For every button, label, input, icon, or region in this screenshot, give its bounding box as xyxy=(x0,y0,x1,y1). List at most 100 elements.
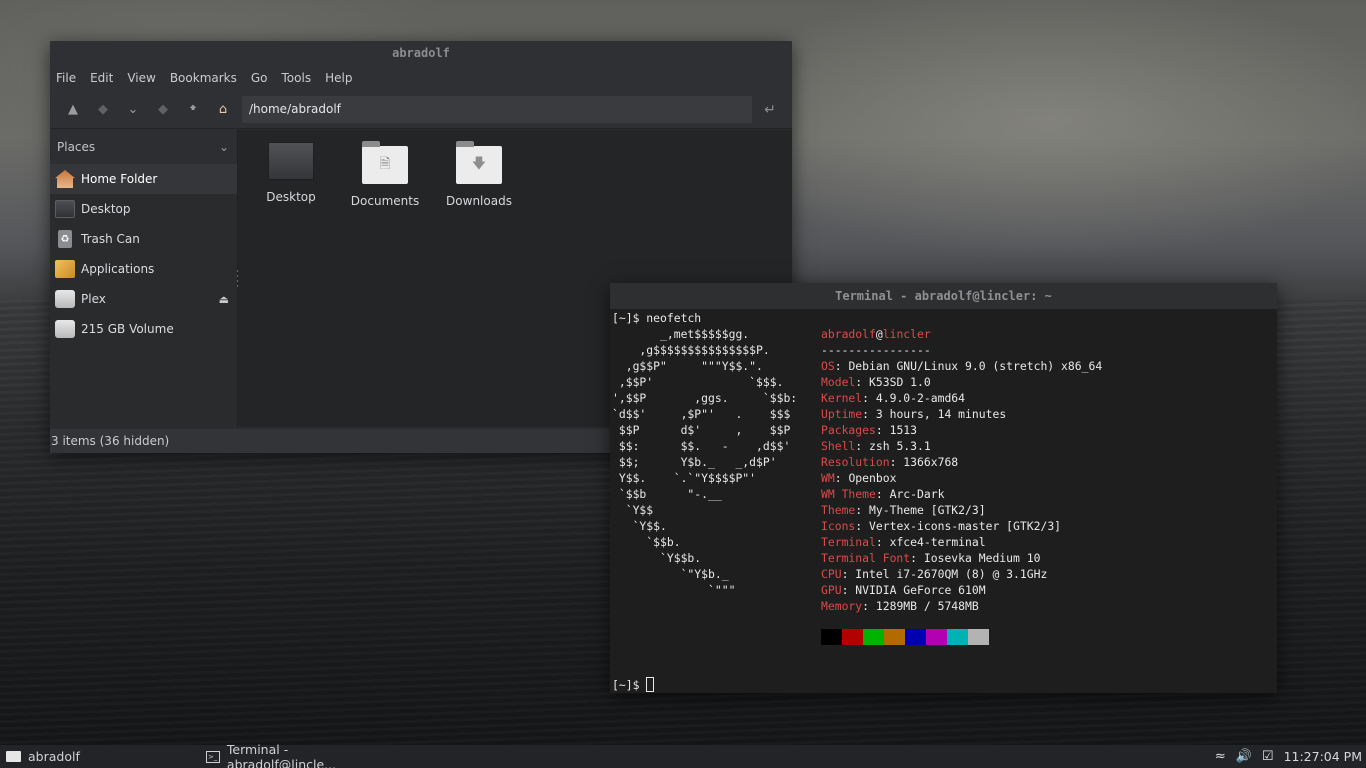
prompt-line[interactable]: [~]$ xyxy=(612,677,655,693)
color-swatch xyxy=(884,629,905,645)
command-line: [~]$ neofetch xyxy=(612,310,1275,326)
info-line: Shell: zsh 5.3.1 xyxy=(821,438,1102,454)
menu-edit[interactable]: Edit xyxy=(90,71,113,85)
color-swatch xyxy=(863,629,884,645)
item-count: 3 items (36 hidden) xyxy=(51,434,170,448)
ascii-line: Y$$. `.`"Y$$$$P"' xyxy=(612,471,757,485)
menu-bar: File Edit View Bookmarks Go Tools Help xyxy=(50,65,792,91)
ascii-line: _,met$$$$$gg. xyxy=(612,327,750,341)
info-value: Debian GNU/Linux 9.0 (stretch) x86_64 xyxy=(848,359,1103,373)
user: abradolf xyxy=(821,327,876,341)
info-line: OS: Debian GNU/Linux 9.0 (stretch) x86_6… xyxy=(821,358,1102,374)
chevron-down-icon[interactable]: ⌄ xyxy=(219,140,229,154)
info-colon: : xyxy=(834,359,849,373)
ascii-line: `""" xyxy=(612,583,736,597)
volume-icon[interactable]: 🔊 xyxy=(1236,749,1252,764)
info-line: WM Theme: Arc-Dark xyxy=(821,486,1102,502)
info-value: Openbox xyxy=(848,471,897,485)
places-sidebar: Places ⌄ Home Folder Desktop ♻ Trash Can… xyxy=(50,130,241,427)
sidebar-item-home-folder[interactable]: Home Folder xyxy=(50,164,237,194)
file-name: Desktop xyxy=(266,190,316,204)
ascii-line: `Y$$b. xyxy=(612,551,702,565)
info-value: K53SD 1.0 xyxy=(869,375,931,389)
eject-icon[interactable]: ⏏ xyxy=(219,293,229,306)
ascii-line: ,g$$$$$$$$$$$$$$$P. xyxy=(612,343,770,357)
host: lincler xyxy=(882,327,931,341)
location-bar[interactable]: /home/abradolf xyxy=(242,96,752,123)
drive-icon xyxy=(55,290,75,308)
info-value: Arc-Dark xyxy=(889,487,945,501)
info-colon: : xyxy=(855,503,870,517)
info-line: Uptime: 3 hours, 14 minutes xyxy=(821,406,1102,422)
info-line: Kernel: 4.9.0-2-amd64 xyxy=(821,390,1102,406)
ascii-line: `$$b. xyxy=(612,535,681,549)
forward-icon[interactable]: ◆ xyxy=(148,97,178,123)
places-header[interactable]: Places ⌄ xyxy=(50,130,237,164)
home-icon[interactable]: ⌂ xyxy=(208,97,238,123)
menu-help[interactable]: Help xyxy=(325,71,352,85)
command: neofetch xyxy=(646,311,702,325)
info-line: Terminal Font: Iosevka Medium 10 xyxy=(821,550,1102,566)
sidebar-item-trash-can[interactable]: ♻ Trash Can xyxy=(50,224,237,254)
info-value: NVIDIA GeForce 610M xyxy=(855,583,986,597)
sidebar-item-label: Plex xyxy=(81,292,106,306)
info-line: Resolution: 1366x768 xyxy=(821,454,1102,470)
info-value: 1513 xyxy=(889,423,918,437)
info-key: Resolution xyxy=(821,455,890,469)
sidebar-item-desktop[interactable]: Desktop xyxy=(50,194,237,224)
terminal-window[interactable]: Terminal - abradolf@lincler: ~ [~]$ neof… xyxy=(610,283,1277,693)
info-value: 3 hours, 14 minutes xyxy=(875,407,1007,421)
new-window-icon[interactable]: ▲ xyxy=(58,97,88,123)
sidebar-item-label: Home Folder xyxy=(81,172,158,186)
file-name: Downloads xyxy=(446,194,512,208)
jump-to-path-icon[interactable]: ↵ xyxy=(758,97,782,123)
history-dropdown-icon[interactable]: ⌄ xyxy=(118,97,148,123)
menu-bookmarks[interactable]: Bookmarks xyxy=(170,71,237,85)
info-key: WM xyxy=(821,471,835,485)
info-key: Icons xyxy=(821,519,856,533)
menu-tools[interactable]: Tools xyxy=(282,71,312,85)
wifi-icon[interactable]: ≈ xyxy=(1215,749,1226,764)
file-item-desktop[interactable]: Desktop xyxy=(248,142,334,204)
menu-view[interactable]: View xyxy=(127,71,155,85)
info-colon: : xyxy=(841,583,856,597)
info-line: Theme: My-Theme [GTK2/3] xyxy=(821,502,1102,518)
file-item-documents[interactable]: 🗎 Documents xyxy=(342,141,428,208)
info-line: GPU: NVIDIA GeForce 610M xyxy=(821,582,1102,598)
task-file-manager[interactable]: abradolf xyxy=(0,745,200,768)
ascii-line: ',$$P ,ggs. `$$b: xyxy=(612,391,798,405)
terminal-output[interactable]: [~]$ neofetch _,met$$$$$gg. ,g$$$$$$$$$$… xyxy=(610,309,1277,693)
sidebar-item-plex[interactable]: Plex ⏏ xyxy=(50,284,237,314)
up-icon[interactable]: 🠹 xyxy=(178,97,208,123)
info-value: 1366x768 xyxy=(903,455,959,469)
folder-icon xyxy=(6,751,21,762)
color-swatch xyxy=(926,629,947,645)
applications-icon xyxy=(55,260,75,278)
menu-go[interactable]: Go xyxy=(251,71,268,85)
menu-file[interactable]: File xyxy=(56,71,76,85)
info-colon: : xyxy=(855,375,870,389)
info-colon: : xyxy=(889,455,904,469)
file-item-downloads[interactable]: 🡇 Downloads xyxy=(436,141,522,208)
info-line: Icons: Vertex-icons-master [GTK2/3] xyxy=(821,518,1102,534)
color-palette xyxy=(821,629,989,645)
info-line: WM: Openbox xyxy=(821,470,1102,486)
info-colon: : xyxy=(862,407,876,421)
prompt: [~]$ xyxy=(612,678,640,692)
color-swatch xyxy=(821,629,842,645)
info-colon: : xyxy=(855,439,870,453)
info-value: Iosevka Medium 10 xyxy=(923,551,1041,565)
back-icon[interactable]: ◆ xyxy=(88,97,118,123)
info-key: OS xyxy=(821,359,835,373)
system-info: abradolf@lincler ---------------- OS: De… xyxy=(821,326,1102,614)
task-label: abradolf xyxy=(28,749,80,764)
sidebar-item-applications[interactable]: Applications xyxy=(50,254,237,284)
info-colon: : xyxy=(875,535,890,549)
info-key: Terminal Font xyxy=(821,551,911,565)
sidebar-item-215-gb-volume[interactable]: 215 GB Volume xyxy=(50,314,237,344)
clock[interactable]: 11:27:04 PM xyxy=(1284,749,1362,764)
task-terminal[interactable]: >_ Terminal - abradolf@lincle... xyxy=(200,742,400,768)
clipboard-icon[interactable]: ☑ xyxy=(1262,749,1274,764)
info-key: WM Theme xyxy=(821,487,876,501)
system-tray: ≈ 🔊 ☑ 11:27:04 PM xyxy=(1215,749,1366,764)
